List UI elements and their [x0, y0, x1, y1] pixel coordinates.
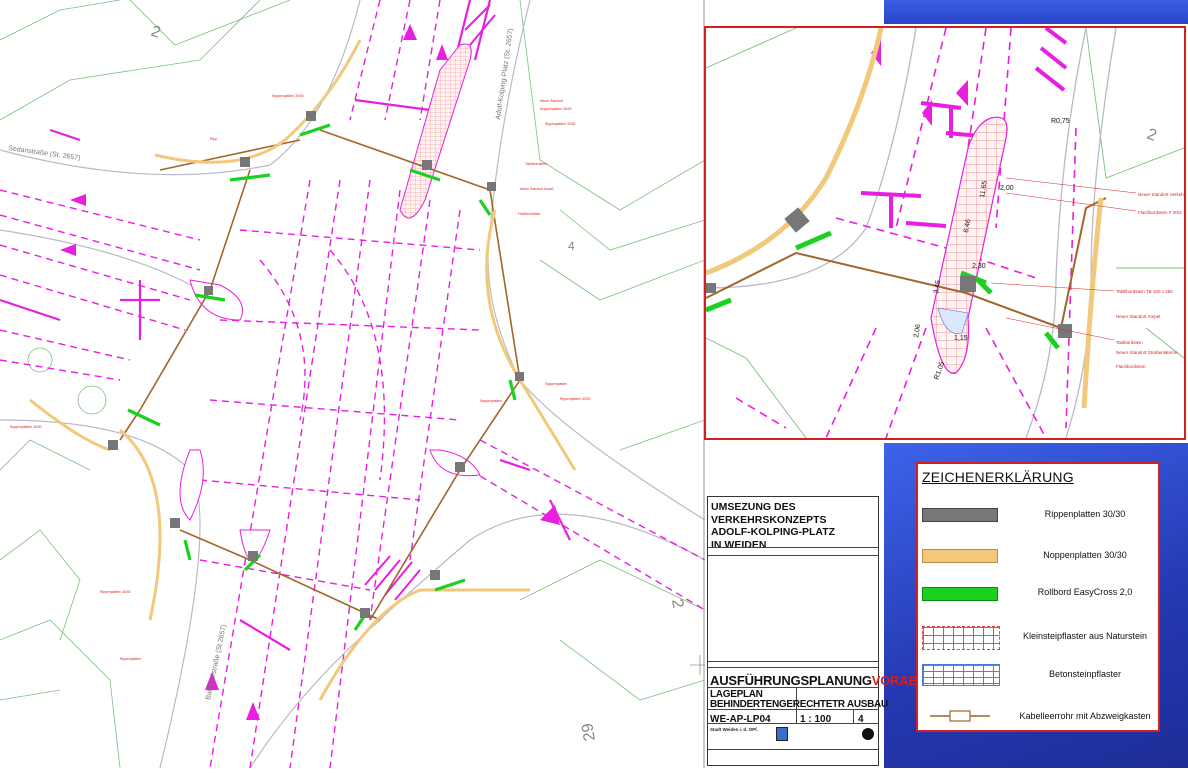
plot-numbers: 2 4 2 29 [149, 23, 687, 742]
svg-text:Neuer Standort Verkehrsampel: Neuer Standort Verkehrsampel [1138, 192, 1184, 197]
svg-text:2,06: 2,06 [913, 324, 922, 339]
svg-text:Neuer Standort Ampel: Neuer Standort Ampel [520, 187, 554, 191]
svg-text:Neuer Standort: Neuer Standort [540, 99, 563, 103]
svg-text:R0,75: R0,75 [1051, 118, 1070, 125]
svg-text:4: 4 [568, 239, 575, 253]
legend-panel: ZEICHENERKLÄRUNG Rippenplatten 30/30 Nop… [916, 462, 1160, 732]
frame-blue-header [884, 0, 1188, 24]
svg-text:Flachbordstein F 20/2: Flachbordstein F 20/2 [1138, 210, 1182, 215]
detail-plot-number: 2 [1145, 126, 1159, 145]
swatch-concrete [922, 664, 1000, 686]
svg-text:2,30: 2,30 [972, 263, 986, 270]
svg-text:Rippenplatten: Rippenplatten [120, 657, 141, 661]
svg-text:2,00: 2,00 [1000, 185, 1014, 192]
hatched-island [364, 4, 496, 601]
detail-annotations: Neuer Standort Verkehrsampel Flachbordst… [1116, 192, 1184, 369]
city-crest-icon [776, 727, 788, 741]
detail-island [930, 116, 1008, 374]
site-plan: Noppenplatten 30/30 Ripp Neuer Standort No… [0, 0, 710, 769]
title-block: UMSEZUNG DES VERKEHRSKONZEPTS ADOLF-KOLP… [707, 496, 945, 766]
client-name: Stadt Weiden i. d. OPf. [710, 727, 758, 732]
detail-road-edges [706, 28, 1117, 438]
legend-item-betonstein: Betonsteinpflaster [918, 664, 1158, 686]
detail-lane-markings [735, 28, 1077, 438]
legend-item-kabelleerrohr: Kabelleerrohr mit Abzweigkasten [918, 708, 1158, 728]
svg-text:Rippenplatten 30/30: Rippenplatten 30/30 [100, 590, 130, 594]
phase-title: AUSFÜHRUNGSPLANUNGVORABZUG [710, 673, 945, 688]
svg-text:Noppenplatten 30/30: Noppenplatten 30/30 [10, 425, 42, 429]
svg-text:2: 2 [668, 598, 686, 610]
detail-rollbord [706, 230, 1060, 350]
plan-annotations: Noppenplatten 30/30 Ripp Neuer Standort No… [10, 94, 590, 661]
parcel-outlines [0, 0, 706, 769]
legend-item-naturstein: Kleinsteipflaster aus Naturstein [918, 626, 1158, 650]
svg-text:Tastbordstein: Tastbordstein [1116, 340, 1143, 345]
svg-text:Neuer Standort Ampel: Neuer Standort Ampel [1116, 314, 1160, 319]
svg-text:R1,05: R1,05 [933, 361, 946, 381]
plan-title: LAGEPLAN BEHINDERTENGERECHTETR AUSBAU [710, 689, 888, 710]
site-plan-drawing: Noppenplatten 30/30 Ripp Neuer Standort No… [0, 0, 710, 769]
svg-text:Noppenplatten: Noppenplatten [545, 382, 567, 386]
svg-text:Rippenplatten 30/30: Rippenplatten 30/30 [560, 397, 590, 401]
company-logo-icon [862, 728, 874, 740]
svg-text:Taktilbordstein TB 100 x 260: Taktilbordstein TB 100 x 260 [1116, 289, 1173, 294]
detail-drawing: R0,75 11,65 2,00 6,46 2,30 3,45 2,06 1,1… [706, 28, 1184, 438]
svg-text:Noppenplatten 30/30: Noppenplatten 30/30 [540, 107, 572, 111]
svg-text:1,15: 1,15 [954, 335, 968, 342]
swatch-rollbord [922, 587, 998, 601]
tactile-paving [29, 39, 577, 701]
street-label-bahnhofstrasse: Sedanstraße (St. 2657) [8, 145, 81, 162]
legend-item-rollbord: Rollbord EasyCross 2,0 [918, 584, 1158, 604]
svg-text:2: 2 [149, 23, 163, 42]
legend-item-rippenplatten: Rippenplatten 30/30 [918, 506, 1158, 526]
svg-text:Flachbordstein: Flachbordstein [1116, 364, 1146, 369]
svg-text:Noppenplatten 30/30: Noppenplatten 30/30 [272, 94, 304, 98]
detail-tactile [706, 28, 1104, 409]
street-label-kolping: Adolf-Kolping-Platz (St. 2657) [495, 28, 515, 120]
legend-item-noppenplatten: Noppenplatten 30/30 [918, 547, 1158, 567]
plan-scale: 1 : 100 [800, 714, 832, 725]
detail-cable [706, 197, 1107, 329]
svg-text:Ripp: Ripp [210, 137, 217, 141]
svg-text:Taktilbordstein: Taktilbordstein [525, 162, 547, 166]
swatch-ripple [922, 508, 998, 522]
ripple-plates [108, 111, 524, 618]
sheet-number: 4 [858, 714, 864, 725]
svg-text:Rippenplatten 30/30: Rippenplatten 30/30 [545, 122, 575, 126]
project-title: UMSEZUNG DES VERKEHRSKONZEPTS ADOLF-KOLP… [711, 501, 836, 551]
lane-markings [0, 0, 706, 769]
cable-routes [119, 129, 521, 621]
swatch-tactile [922, 549, 998, 563]
svg-text:Neuer Standort Straßenlaterne: Neuer Standort Straßenlaterne [1116, 350, 1178, 355]
svg-text:29: 29 [579, 722, 599, 743]
detail-view: R0,75 11,65 2,00 6,46 2,30 3,45 2,06 1,1… [704, 26, 1186, 440]
svg-text:Flachbordstein: Flachbordstein [518, 212, 540, 216]
swatch-cable-icon [930, 710, 990, 722]
swatch-natural-stone [922, 626, 1000, 650]
legend-title: ZEICHENERKLÄRUNG [922, 469, 1074, 485]
svg-text:2: 2 [1145, 126, 1159, 145]
rollbord-curbs [127, 123, 517, 631]
detail-arrows [871, 40, 968, 126]
svg-text:Noppenplatten: Noppenplatten [480, 399, 502, 403]
road-edges [0, 0, 706, 769]
plan-number: WE-AP-LP04 [710, 714, 771, 725]
